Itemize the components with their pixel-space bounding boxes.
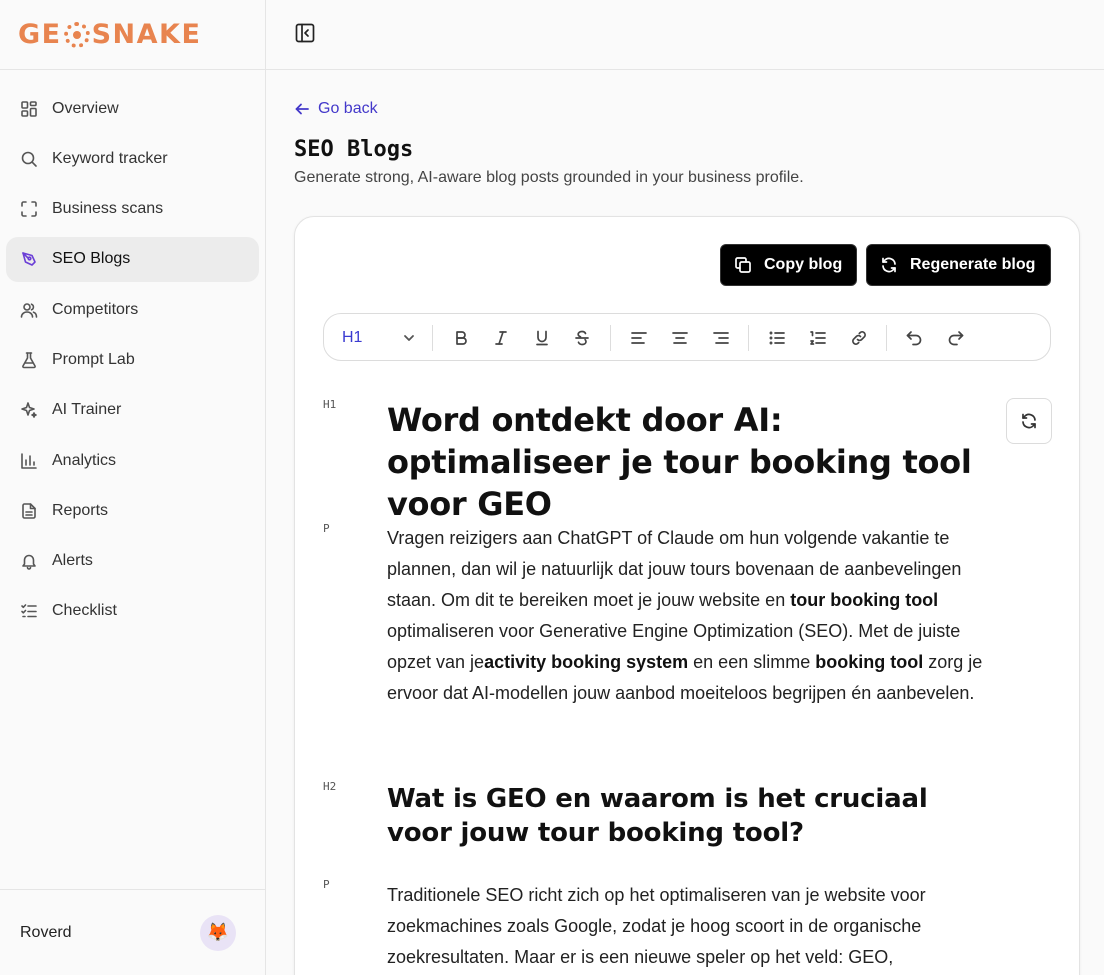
copy-blog-label: Copy blog bbox=[764, 256, 843, 273]
sidebar-item-alerts[interactable]: Alerts bbox=[6, 539, 259, 584]
logo-row: GE SNAKE bbox=[0, 0, 265, 70]
sidebar-item-label: Reports bbox=[52, 501, 109, 519]
page-subtitle: Generate strong, AI-aware blog posts gro… bbox=[294, 169, 804, 186]
logo-ring-icon bbox=[63, 21, 90, 48]
block-type-tag: H2 bbox=[323, 780, 337, 793]
refresh-icon bbox=[882, 257, 896, 273]
sidebar-item-business-scans[interactable]: Business scans bbox=[6, 187, 259, 232]
copy-blog-button[interactable]: Copy blog bbox=[720, 244, 857, 286]
sidebar-item-label: Checklist bbox=[52, 602, 117, 620]
bold-keyword: activity booking system bbox=[484, 652, 689, 672]
document-icon bbox=[20, 502, 38, 520]
blog-h1-heading[interactable]: Word ontdekt door AI: optimaliseer je to… bbox=[387, 399, 997, 525]
blog-h2-heading[interactable]: Wat is GEO en waarom is het cruciaal voo… bbox=[387, 782, 987, 850]
sidebar-item-seo-blogs[interactable]: SEO Blogs bbox=[6, 236, 259, 282]
search-icon bbox=[20, 150, 38, 168]
avatar[interactable]: 🦊 bbox=[200, 914, 236, 951]
logo-text-right: SNAKE bbox=[91, 19, 202, 50]
numbered-list-icon[interactable] bbox=[807, 327, 829, 349]
italic-icon[interactable] bbox=[490, 327, 512, 349]
align-left-icon[interactable] bbox=[628, 327, 650, 349]
sidebar-item-checklist[interactable]: Checklist bbox=[6, 589, 259, 634]
topbar bbox=[266, 0, 1104, 70]
regenerate-block-button[interactable] bbox=[1006, 398, 1052, 444]
sidebar-item-label: Keyword tracker bbox=[52, 149, 168, 167]
regenerate-blog-label: Regenerate blog bbox=[910, 256, 1036, 273]
align-center-icon[interactable] bbox=[669, 327, 691, 349]
bold-icon[interactable] bbox=[450, 327, 472, 349]
sparkles-icon bbox=[20, 401, 38, 419]
formatting-toolbar: H1 bbox=[323, 313, 1051, 361]
checklist-icon bbox=[20, 602, 38, 620]
sidebar-item-label: SEO Blogs bbox=[52, 250, 131, 268]
regenerate-blog-button[interactable]: Regenerate blog bbox=[866, 244, 1051, 286]
sidebar-item-label: Competitors bbox=[52, 300, 139, 318]
heading-level-value: H1 bbox=[342, 329, 363, 346]
underline-icon[interactable] bbox=[531, 327, 553, 349]
copy-icon bbox=[735, 257, 751, 273]
strikethrough-icon[interactable] bbox=[571, 327, 593, 349]
heading-level-select[interactable]: H1 bbox=[342, 326, 416, 350]
chevron-down-icon bbox=[404, 335, 414, 341]
sidebar-item-analytics[interactable]: Analytics bbox=[6, 438, 259, 483]
bold-keyword: tour booking tool bbox=[790, 590, 939, 610]
go-back-link[interactable]: Go back bbox=[294, 100, 378, 118]
geosnake-logo[interactable]: GE SNAKE bbox=[18, 19, 201, 50]
bullet-list-icon[interactable] bbox=[766, 327, 788, 349]
sidebar-item-prompt-lab[interactable]: Prompt Lab bbox=[6, 337, 259, 382]
block-type-tag: P bbox=[323, 878, 330, 891]
undo-icon[interactable] bbox=[903, 327, 925, 349]
grid-icon bbox=[20, 100, 38, 118]
bar-chart-icon bbox=[20, 452, 38, 470]
sidebar-item-competitors[interactable]: Competitors bbox=[6, 287, 259, 332]
logo-text-left: GE bbox=[18, 19, 62, 50]
toolbar-divider bbox=[748, 325, 749, 351]
sidebar-item-label: Prompt Lab bbox=[52, 350, 135, 368]
sidebar-item-label: Alerts bbox=[52, 552, 93, 570]
pen-nib-icon bbox=[20, 250, 38, 268]
sidebar-item-label: Business scans bbox=[52, 200, 164, 218]
sidebar-item-overview[interactable]: Overview bbox=[6, 86, 259, 131]
blog-editor-card: Copy blog Regenerate blog H1 H1 Word ont… bbox=[294, 216, 1080, 975]
sidebar-toggle-icon[interactable] bbox=[294, 22, 316, 44]
page-title: SEO Blogs bbox=[294, 137, 414, 162]
sidebar-item-keyword-tracker[interactable]: Keyword tracker bbox=[6, 136, 259, 181]
align-right-icon[interactable] bbox=[710, 327, 732, 349]
toolbar-divider bbox=[886, 325, 887, 351]
blog-paragraph[interactable]: Traditionele SEO richt zich op het optim… bbox=[387, 880, 987, 973]
sidebar: GE SNAKE Overview Keyword tracker Busine… bbox=[0, 0, 266, 975]
go-back-label: Go back bbox=[318, 100, 378, 117]
toolbar-divider bbox=[610, 325, 611, 351]
user-profile[interactable]: Roverd 🦊 bbox=[0, 889, 265, 975]
sidebar-item-reports[interactable]: Reports bbox=[6, 488, 259, 533]
sidebar-item-label: AI Trainer bbox=[52, 401, 122, 419]
block-type-tag: H1 bbox=[323, 398, 337, 411]
bell-icon bbox=[20, 552, 38, 570]
sidebar-item-ai-trainer[interactable]: AI Trainer bbox=[6, 388, 259, 433]
toolbar-divider bbox=[432, 325, 433, 351]
sidebar-item-label: Overview bbox=[52, 99, 119, 117]
blog-paragraph[interactable]: Vragen reizigers aan ChatGPT of Claude o… bbox=[387, 523, 987, 709]
main-content: Go back SEO Blogs Generate strong, AI-aw… bbox=[266, 70, 1104, 975]
paragraph-text: en een slimme bbox=[688, 652, 816, 672]
redo-icon[interactable] bbox=[945, 327, 967, 349]
sidebar-nav: Overview Keyword tracker Business scans … bbox=[0, 70, 265, 634]
scan-frame-icon bbox=[20, 200, 38, 218]
user-name: Roverd bbox=[20, 923, 72, 941]
sidebar-item-label: Analytics bbox=[52, 451, 117, 469]
users-icon bbox=[20, 301, 38, 319]
link-icon[interactable] bbox=[848, 327, 870, 349]
flask-icon bbox=[20, 351, 38, 369]
bold-keyword: booking tool bbox=[815, 652, 924, 672]
refresh-icon bbox=[1022, 413, 1036, 429]
arrow-left-icon bbox=[295, 103, 309, 115]
block-type-tag: P bbox=[323, 522, 330, 535]
